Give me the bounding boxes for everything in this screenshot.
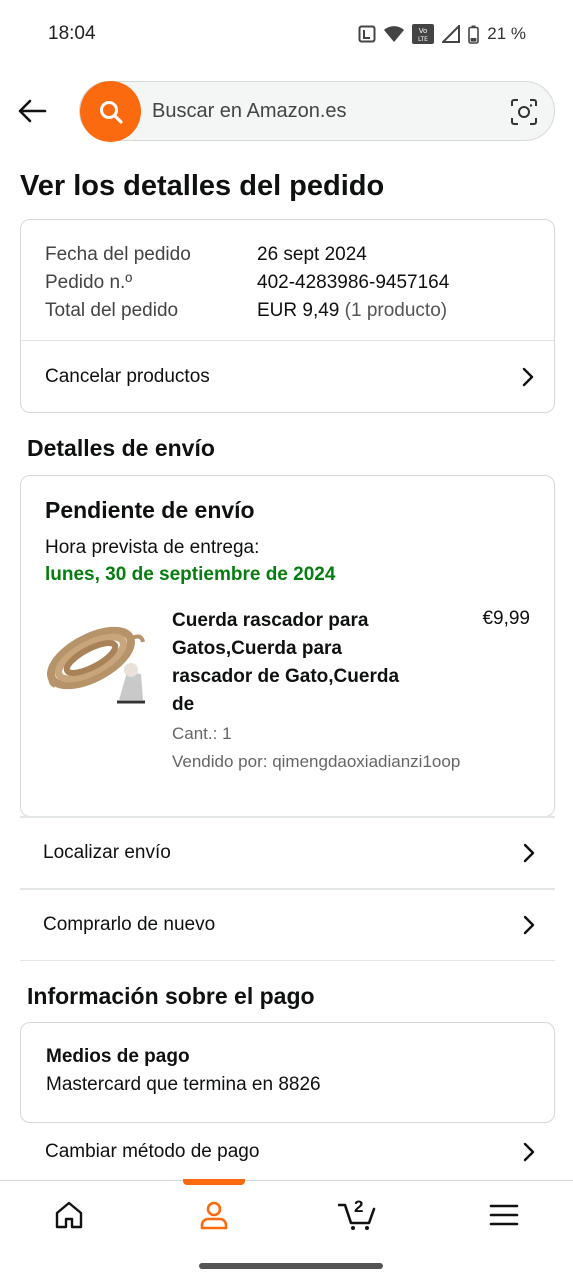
search-box[interactable]: Buscar en Amazon.es (79, 81, 555, 142)
wifi-icon (384, 26, 405, 42)
payment-section-title: Información sobre el pago (27, 983, 315, 1009)
nfc-icon (358, 25, 376, 43)
order-total-value: EUR 9,49 (1 producto) (257, 297, 447, 325)
search-button[interactable] (80, 81, 141, 142)
chevron-right-icon (523, 843, 535, 863)
back-arrow-icon (18, 99, 47, 123)
page-title: Ver los detalles del pedido (20, 170, 385, 202)
search-icon (99, 100, 123, 124)
home-icon (55, 1201, 83, 1229)
change-payment-label: Cambiar método de pago (45, 1141, 260, 1162)
menu-icon (489, 1204, 519, 1226)
order-summary-card: Fecha del pedido 26 sept 2024 Pedido n.º… (20, 219, 555, 413)
bottom-navigation: 2 (0, 1179, 573, 1248)
payment-methods-card: Medios de pago Mastercard que termina en… (20, 1022, 555, 1123)
order-total-count: (1 producto) (344, 300, 448, 321)
svg-text:Vo: Vo (419, 27, 428, 35)
order-number-value: 402-4283986-9457164 (257, 272, 450, 293)
product-image[interactable] (43, 610, 149, 710)
account-icon (200, 1201, 228, 1230)
order-total-label: Total del pedido (45, 300, 179, 321)
order-date-row: Fecha del pedido 26 sept 2024 (45, 241, 449, 269)
nav-account[interactable] (196, 1197, 232, 1233)
back-button[interactable] (14, 93, 50, 129)
order-summary-rows: Fecha del pedido 26 sept 2024 Pedido n.º… (45, 241, 449, 325)
product-quantity: Cant.: 1 (172, 724, 232, 743)
shipment-card: Pendiente de envío Hora prevista de entr… (20, 475, 555, 817)
cancel-products-link[interactable]: Cancelar productos (45, 341, 535, 413)
nav-menu[interactable] (486, 1197, 522, 1233)
order-total-row: Total del pedido EUR 9,49 (1 producto) (45, 297, 449, 325)
chevron-right-icon (522, 367, 534, 387)
status-time: 18:04 (48, 23, 96, 44)
status-icons: Vo LTE 21 % (358, 24, 526, 44)
delivery-eta-label: Hora prevista de entrega: (45, 537, 260, 558)
camera-search-icon[interactable] (510, 98, 538, 126)
search-input[interactable]: Buscar en Amazon.es (152, 100, 347, 123)
order-date-label: Fecha del pedido (45, 244, 191, 265)
buy-again-link[interactable]: Comprarlo de nuevo (43, 890, 536, 960)
product-seller: Vendido por: qimengdaoxiadianzi1oop (172, 752, 461, 771)
search-row: Buscar en Amazon.es (0, 80, 573, 142)
shipping-section-title: Detalles de envío (27, 435, 215, 461)
order-total-amount: EUR 9,49 (257, 300, 340, 321)
change-payment-link[interactable]: Cambiar método de pago (45, 1124, 536, 1180)
svg-text:LTE: LTE (418, 36, 428, 43)
product-title[interactable]: Cuerda rascador para Gatos,Cuerda para r… (172, 607, 412, 719)
shipment-status: Pendiente de envío (45, 497, 255, 523)
delivery-eta-date: lunes, 30 de septiembre de 2024 (45, 564, 336, 585)
order-number-row: Pedido n.º 402-4283986-9457164 (45, 269, 449, 297)
nav-home[interactable] (51, 1197, 87, 1233)
track-shipment-label: Localizar envío (43, 842, 171, 863)
track-shipment-link[interactable]: Localizar envío (43, 818, 536, 888)
chevron-right-icon (523, 915, 535, 935)
active-tab-indicator (183, 1179, 245, 1185)
chevron-right-icon (523, 1142, 535, 1162)
battery-level: 21 % (487, 24, 526, 43)
divider (20, 960, 555, 961)
payment-method-value: Mastercard que termina en 8826 (46, 1074, 321, 1095)
gesture-bar (199, 1263, 383, 1269)
buy-again-label: Comprarlo de nuevo (43, 914, 216, 935)
order-number-label: Pedido n.º (45, 272, 133, 293)
order-date-value: 26 sept 2024 (257, 244, 367, 265)
battery-icon (468, 25, 480, 44)
status-bar: 18:04 Vo LTE 21 % (0, 0, 573, 68)
payment-methods-heading: Medios de pago (46, 1046, 190, 1067)
signal-icon (442, 25, 461, 43)
product-price: €9,99 (482, 608, 530, 629)
cart-count-badge: 2 (354, 1197, 364, 1216)
volte-icon: VoLTE (412, 24, 435, 44)
cancel-products-label: Cancelar productos (45, 366, 210, 387)
